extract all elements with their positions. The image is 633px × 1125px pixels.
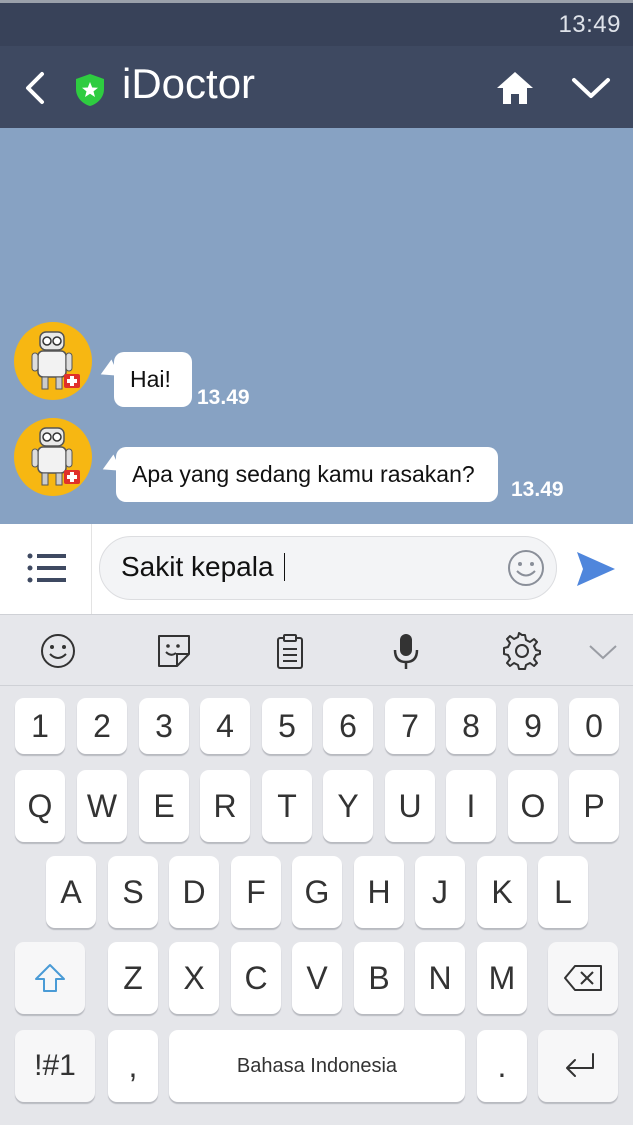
key-q[interactable]: Q bbox=[15, 770, 65, 842]
key-r[interactable]: R bbox=[200, 770, 250, 842]
key-f[interactable]: F bbox=[231, 856, 281, 928]
message-input[interactable]: Sakit kepala bbox=[99, 536, 557, 600]
key-5[interactable]: 5 bbox=[262, 698, 312, 754]
emoji-keyboard-icon[interactable] bbox=[39, 632, 77, 670]
key-d[interactable]: D bbox=[169, 856, 219, 928]
chat-area: Hai! 13.49 Apa yang sedang kamu rasakan?… bbox=[0, 128, 633, 524]
key-o[interactable]: O bbox=[508, 770, 558, 842]
bot-avatar[interactable] bbox=[14, 418, 92, 496]
key-x[interactable]: X bbox=[169, 942, 219, 1014]
key-v[interactable]: V bbox=[292, 942, 342, 1014]
verified-shield-icon bbox=[76, 74, 104, 106]
key-8[interactable]: 8 bbox=[446, 698, 496, 754]
collapse-keyboard-icon[interactable] bbox=[584, 632, 622, 670]
chevron-down-icon[interactable] bbox=[570, 74, 612, 102]
key-z[interactable]: Z bbox=[108, 942, 158, 1014]
shift-key[interactable] bbox=[15, 942, 85, 1014]
symbols-key[interactable]: !#1 bbox=[15, 1030, 95, 1102]
key-e[interactable]: E bbox=[139, 770, 189, 842]
message-composer: Sakit kepala bbox=[0, 524, 633, 614]
home-icon[interactable] bbox=[496, 70, 534, 106]
sticker-icon[interactable] bbox=[155, 632, 193, 670]
clipboard-icon[interactable] bbox=[271, 632, 309, 670]
key-g[interactable]: G bbox=[292, 856, 342, 928]
emoji-icon[interactable] bbox=[506, 548, 546, 588]
space-key[interactable]: Bahasa Indonesia bbox=[169, 1030, 465, 1102]
shift-arrow-icon bbox=[35, 964, 65, 992]
message-time: 13.49 bbox=[197, 386, 250, 409]
message-bubble: Hai! bbox=[96, 352, 192, 407]
key-i[interactable]: I bbox=[446, 770, 496, 842]
settings-gear-icon[interactable] bbox=[503, 632, 541, 670]
key-t[interactable]: T bbox=[262, 770, 312, 842]
key-2[interactable]: 2 bbox=[77, 698, 127, 754]
backspace-key[interactable] bbox=[548, 942, 618, 1014]
period-key[interactable]: . bbox=[477, 1030, 527, 1102]
key-l[interactable]: L bbox=[538, 856, 588, 928]
message-text: Hai! bbox=[130, 366, 171, 392]
key-n[interactable]: N bbox=[415, 942, 465, 1014]
comma-key[interactable]: , bbox=[108, 1030, 158, 1102]
menu-list-icon[interactable] bbox=[26, 551, 68, 585]
send-icon[interactable] bbox=[575, 550, 617, 588]
status-time: 13:49 bbox=[558, 11, 621, 38]
status-bar: 13:49 bbox=[0, 0, 633, 46]
divider bbox=[91, 524, 92, 614]
key-h[interactable]: H bbox=[354, 856, 404, 928]
key-j[interactable]: J bbox=[415, 856, 465, 928]
key-9[interactable]: 9 bbox=[508, 698, 558, 754]
bot-avatar[interactable] bbox=[14, 322, 92, 400]
key-0[interactable]: 0 bbox=[569, 698, 619, 754]
back-arrow-icon[interactable] bbox=[20, 68, 50, 108]
backspace-icon bbox=[564, 965, 602, 991]
key-7[interactable]: 7 bbox=[385, 698, 435, 754]
key-b[interactable]: B bbox=[354, 942, 404, 1014]
enter-arrow-icon bbox=[566, 1053, 594, 1077]
robot-doctor-icon bbox=[31, 427, 80, 486]
chat-title: iDoctor bbox=[122, 60, 256, 107]
key-1[interactable]: 1 bbox=[15, 698, 65, 754]
key-3[interactable]: 3 bbox=[139, 698, 189, 754]
message-bubble: Apa yang sedang kamu rasakan? bbox=[98, 447, 498, 502]
key-p[interactable]: P bbox=[569, 770, 619, 842]
key-a[interactable]: A bbox=[46, 856, 96, 928]
key-k[interactable]: K bbox=[477, 856, 527, 928]
key-w[interactable]: W bbox=[77, 770, 127, 842]
key-c[interactable]: C bbox=[231, 942, 281, 1014]
key-m[interactable]: M bbox=[477, 942, 527, 1014]
enter-key[interactable] bbox=[538, 1030, 618, 1102]
app-bar: iDoctor bbox=[0, 46, 633, 128]
keyboard-toolbar bbox=[0, 614, 633, 686]
key-s[interactable]: S bbox=[108, 856, 158, 928]
microphone-icon[interactable] bbox=[387, 632, 425, 670]
key-u[interactable]: U bbox=[385, 770, 435, 842]
text-cursor bbox=[283, 553, 285, 581]
key-y[interactable]: Y bbox=[323, 770, 373, 842]
soft-keyboard: 1 2 3 4 5 6 7 8 9 0 Q W E R T Y U I O P … bbox=[0, 686, 633, 1125]
robot-doctor-icon bbox=[31, 331, 80, 390]
key-4[interactable]: 4 bbox=[200, 698, 250, 754]
message-input-value: Sakit kepala bbox=[121, 551, 274, 582]
message-time: 13.49 bbox=[511, 478, 564, 501]
message-text: Apa yang sedang kamu rasakan? bbox=[132, 461, 475, 487]
key-6[interactable]: 6 bbox=[323, 698, 373, 754]
